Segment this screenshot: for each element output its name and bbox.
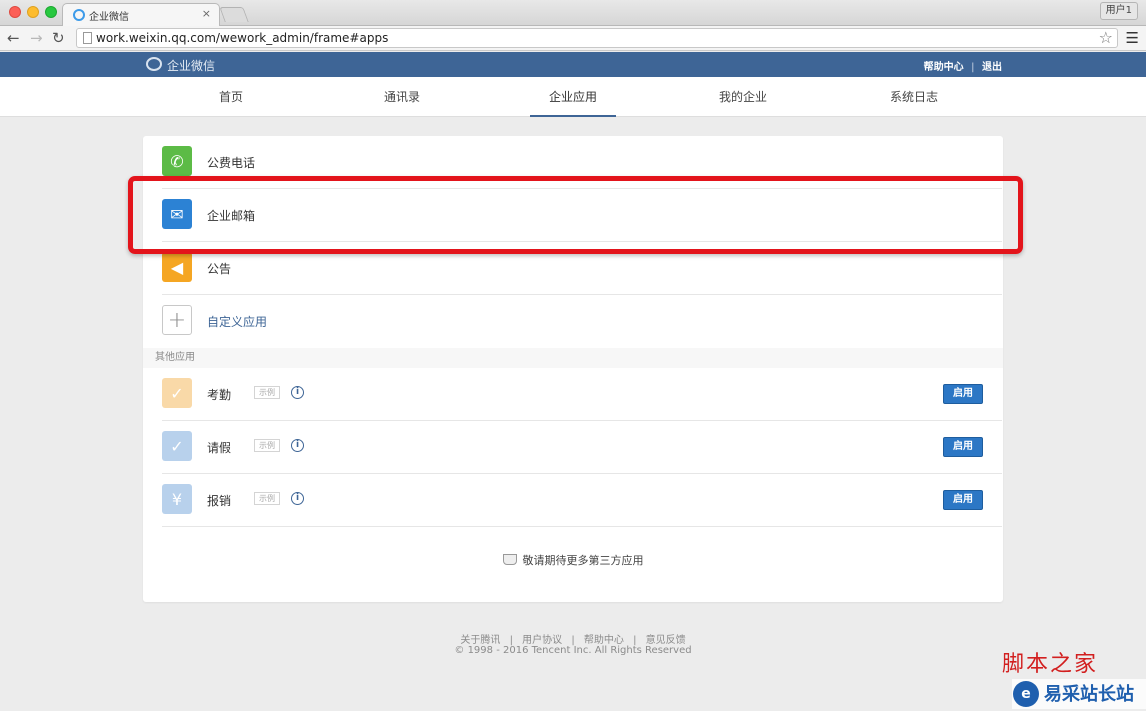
phone-icon: ✆ — [162, 146, 192, 176]
megaphone-icon: ◀ — [162, 252, 192, 282]
other-apps-label: 其他应用 — [143, 348, 1003, 368]
footer-links: 关于腾讯 | 用户协议 | 帮助中心 | 意见反馈 — [0, 631, 1146, 646]
app-name: 公告 — [207, 262, 232, 276]
page-icon — [83, 32, 92, 44]
coffee-cup-icon — [502, 554, 517, 565]
profile-button[interactable]: 用户1 — [1099, 2, 1138, 20]
header-links: 帮助中心 | 退出 — [924, 58, 1002, 73]
app-row-attendance[interactable]: ✓ 考勤 示例 i 启用 — [162, 368, 1002, 421]
app-row-custom[interactable]: + 自定义应用 — [162, 295, 1002, 348]
yen-receipt-icon: ¥ — [162, 484, 192, 514]
sample-tag: 示例 — [254, 492, 280, 505]
watermark-logo: e 易采站长站 — [1012, 679, 1146, 709]
sample-tag: 示例 — [254, 386, 280, 399]
reload-icon[interactable]: ↻ — [52, 29, 65, 47]
url-text[interactable]: work.weixin.qq.com/wework_admin/frame#ap… — [96, 31, 388, 45]
wework-favicon-icon — [73, 9, 85, 21]
nav-tab-my-enterprise[interactable]: 我的企业 — [700, 77, 786, 117]
app-row-leave[interactable]: ✓ 请假 示例 i 启用 — [162, 421, 1002, 474]
info-icon[interactable]: i — [291, 492, 304, 505]
window-maximize-button[interactable] — [45, 6, 57, 18]
main-nav: 首页 通讯录 企业应用 我的企业 系统日志 — [0, 77, 1146, 117]
nav-tab-apps[interactable]: 企业应用 — [530, 77, 616, 117]
enable-button[interactable]: 启用 — [943, 384, 983, 404]
info-icon[interactable]: i — [291, 386, 304, 399]
browser-menu-icon[interactable]: ☰ — [1126, 29, 1139, 47]
logout-link[interactable]: 退出 — [982, 58, 1002, 73]
browser-tab-bar: 企业微信 × 用户1 — [0, 0, 1146, 26]
app-name: 企业邮箱 — [207, 209, 256, 223]
app-row-phone[interactable]: ✆ 公费电话 — [162, 136, 1002, 189]
app-logo-text[interactable]: 企业微信 — [167, 57, 215, 74]
watermark-e-icon: e — [1013, 681, 1039, 707]
custom-app-link[interactable]: 自定义应用 — [207, 313, 267, 330]
app-row-notice[interactable]: ◀ 公告 — [162, 242, 1002, 295]
window-close-button[interactable] — [9, 6, 21, 18]
enable-button[interactable]: 启用 — [943, 437, 983, 457]
more-apps-note: 敬请期待更多第三方应用 — [143, 552, 1003, 568]
app-header: 企业微信 帮助中心 | 退出 — [0, 52, 1146, 77]
mail-icon: ✉ — [162, 199, 192, 229]
wework-logo-icon — [146, 57, 162, 71]
tab-close-icon[interactable]: × — [202, 7, 211, 20]
forward-arrow-icon[interactable]: → — [30, 29, 43, 47]
apps-card: ✆ 公费电话 ✉ 企业邮箱 ◀ 公告 + 自定义应用 其他应用 ✓ 考勤 示例 … — [143, 136, 1003, 602]
info-icon[interactable]: i — [291, 439, 304, 452]
nav-tab-home[interactable]: 首页 — [188, 77, 274, 117]
window-minimize-button[interactable] — [27, 6, 39, 18]
app-row-mail[interactable]: ✉ 企业邮箱 — [162, 189, 1002, 242]
app-name: 公费电话 — [207, 156, 256, 170]
location-check-icon: ✓ — [162, 378, 192, 408]
help-center-link[interactable]: 帮助中心 — [924, 58, 964, 73]
sample-tag: 示例 — [254, 439, 280, 452]
watermark-site-name: 易采站长站 — [1044, 684, 1134, 705]
browser-tab[interactable]: 企业微信 × — [62, 3, 220, 26]
enable-button[interactable]: 启用 — [943, 490, 983, 510]
nav-tab-contacts[interactable]: 通讯录 — [359, 77, 445, 117]
bookmark-star-icon[interactable]: ☆ — [1099, 28, 1113, 47]
app-name: 请假 — [207, 441, 232, 455]
back-arrow-icon[interactable]: ← — [7, 29, 20, 47]
app-row-expense[interactable]: ¥ 报销 示例 i 启用 — [162, 474, 1002, 527]
browser-toolbar: ← → ↻ work.weixin.qq.com/wework_admin/fr… — [0, 26, 1146, 51]
calendar-check-icon: ✓ — [162, 431, 192, 461]
copyright: © 1998 - 2016 Tencent Inc. All Rights Re… — [454, 645, 692, 656]
new-tab-button[interactable] — [219, 7, 249, 22]
tab-title: 企业微信 — [89, 12, 129, 23]
more-apps-text: 敬请期待更多第三方应用 — [522, 554, 644, 567]
nav-tab-system-log[interactable]: 系统日志 — [871, 77, 957, 117]
header-separator: | — [971, 62, 975, 73]
app-name: 报销 — [207, 494, 232, 508]
watermark-text: 脚本之家 — [1002, 652, 1099, 677]
app-name: 考勤 — [207, 388, 232, 402]
plus-icon: + — [162, 305, 192, 335]
address-bar[interactable]: work.weixin.qq.com/wework_admin/frame#ap… — [76, 28, 1118, 48]
